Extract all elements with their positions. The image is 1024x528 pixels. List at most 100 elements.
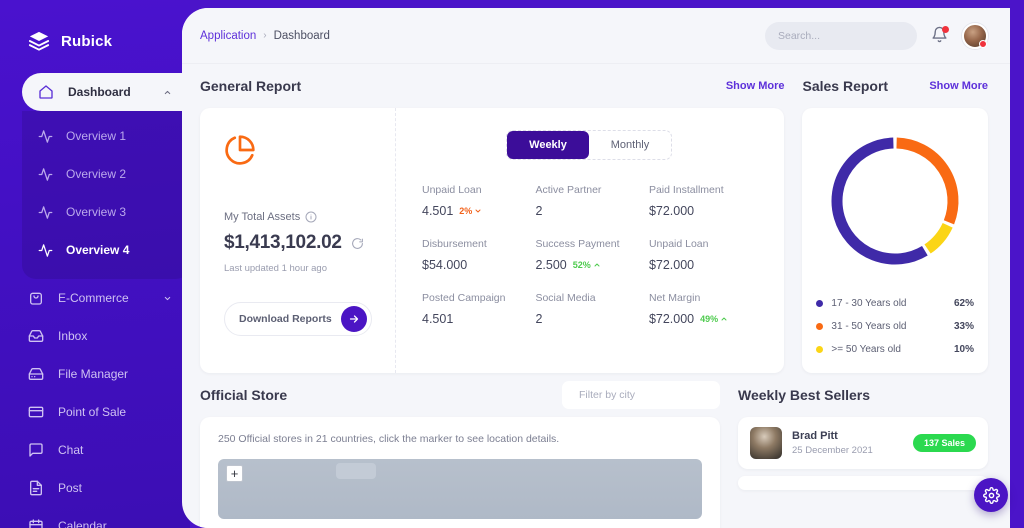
general-report-show-more[interactable]: Show More xyxy=(726,80,785,92)
breadcrumb-parent[interactable]: Application xyxy=(200,30,256,42)
sidebar-subitem-overview-1[interactable]: Overview 1 xyxy=(22,117,190,155)
refresh-icon[interactable] xyxy=(351,237,364,250)
metric-item: Net Margin $72.000 49% xyxy=(649,292,762,326)
legend-item: 17 - 30 Years old 62% xyxy=(816,292,974,315)
metric-label: Unpaid Loan xyxy=(648,238,709,250)
map-zoom-in-button[interactable]: + xyxy=(226,465,243,482)
chevron-up-icon xyxy=(721,317,727,321)
chevron-down-icon xyxy=(475,209,481,213)
sidebar-item-point-of-sale[interactable]: Point of Sale xyxy=(0,393,190,431)
metric-item: Posted Campaign 4.501 xyxy=(422,292,535,326)
metric-value: $72.000 xyxy=(648,204,695,218)
status-badge xyxy=(979,39,987,48)
metric-value: 2 xyxy=(535,204,543,218)
home-icon xyxy=(39,85,53,99)
sidebar-item-chat[interactable]: Chat xyxy=(0,431,190,469)
sales-report-card: 17 - 30 Years old 62% 31 - 50 Years old … xyxy=(802,108,988,373)
metric-label: Social Media xyxy=(535,292,596,304)
pie-chart-icon xyxy=(225,135,255,165)
topbar-actions xyxy=(765,21,988,50)
legend-label: 17 - 30 Years old xyxy=(831,298,907,309)
best-seller-row-partial[interactable] xyxy=(738,476,988,490)
credit-card-icon xyxy=(28,406,44,418)
metric-value-row: $72.000 xyxy=(649,258,762,272)
metric-value-row: 4.501 xyxy=(422,312,535,326)
sidebar-item-label: Point of Sale xyxy=(58,405,127,419)
breadcrumb: Application › Dashboard xyxy=(200,30,330,42)
legend-color-swatch xyxy=(816,346,824,353)
metric-value: $72.000 xyxy=(648,312,695,326)
sales-report-show-more[interactable]: Show More xyxy=(929,80,988,92)
filter-by-city-box[interactable] xyxy=(562,381,720,409)
sidebar-item-label: Post xyxy=(58,481,83,495)
sales-donut-chart xyxy=(831,137,959,265)
official-store-title: Official Store xyxy=(200,387,288,403)
sidebar-item-post[interactable]: Post xyxy=(0,469,190,507)
metric-label: Paid Installment xyxy=(648,184,724,196)
notifications-button[interactable] xyxy=(931,26,949,45)
sidebar-subitem-overview-2[interactable]: Overview 2 xyxy=(22,155,190,193)
activity-icon xyxy=(38,167,53,181)
info-icon[interactable] xyxy=(305,211,317,223)
metric-value-row: $54.000 xyxy=(422,258,535,272)
legend-value: 10% xyxy=(953,344,974,355)
best-seller-name: Brad Pitt xyxy=(792,430,838,442)
filter-by-city-input[interactable] xyxy=(579,389,714,401)
content: General Report Show More Sales Report Sh… xyxy=(182,64,1010,528)
chevron-down-icon[interactable] xyxy=(163,294,172,303)
metric-label: Net Margin xyxy=(648,292,701,304)
avatar[interactable] xyxy=(962,22,988,49)
best-sellers-header: Weekly Best Sellers xyxy=(738,373,988,417)
legend-color-swatch xyxy=(816,323,824,330)
metric-item: Social Media 2 xyxy=(535,292,648,326)
brand[interactable]: Rubick xyxy=(0,0,190,60)
sales-report-header: Sales Report Show More xyxy=(802,64,988,108)
metric-value-row: 4.501 2% xyxy=(422,204,535,218)
sales-badge: 137 Sales xyxy=(912,434,976,452)
store-map[interactable]: + xyxy=(218,459,702,519)
calendar-icon xyxy=(29,519,43,528)
metric-item: Unpaid Loan 4.501 2% xyxy=(422,184,535,218)
message-square-icon xyxy=(29,443,43,457)
inbox-icon xyxy=(28,330,44,342)
topbar: Application › Dashboard xyxy=(182,8,1010,64)
sidebar-subitem-overview-4[interactable]: Overview 4 xyxy=(22,231,190,269)
sidebar-item-file-manager[interactable]: File Manager xyxy=(0,355,190,393)
sidebar-item-inbox[interactable]: Inbox xyxy=(0,317,190,355)
metric-value-row: $72.000 xyxy=(649,204,762,218)
metric-label: Posted Campaign xyxy=(422,292,506,304)
metric-value: $72.000 xyxy=(648,258,695,272)
tab-weekly[interactable]: Weekly xyxy=(507,131,589,159)
search-input[interactable] xyxy=(778,29,913,42)
metric-label: Unpaid Loan xyxy=(422,184,482,196)
tab-monthly[interactable]: Monthly xyxy=(589,131,671,159)
sidebar-item-dashboard[interactable]: Dashboard xyxy=(22,73,190,111)
sidebar-subitem-overview-3[interactable]: Overview 3 xyxy=(22,193,190,231)
metric-delta-value: 49% xyxy=(700,314,719,324)
metric-value-row: $72.000 49% xyxy=(649,312,762,326)
shopping-bag-icon xyxy=(30,292,42,305)
sidebar-item-calendar[interactable]: Calendar xyxy=(0,507,190,528)
total-assets-value-row: $1,413,102.02 xyxy=(224,232,375,254)
search-box[interactable] xyxy=(765,21,917,50)
legend-item: >= 50 Years old 10% xyxy=(816,338,974,361)
chevron-up-icon[interactable] xyxy=(163,88,172,97)
metric-value: $54.000 xyxy=(422,258,468,272)
best-seller-date: 25 December 2021 xyxy=(792,445,873,456)
metric-delta: 49% xyxy=(700,314,728,324)
best-sellers-title: Weekly Best Sellers xyxy=(738,387,871,403)
sidebar-item-ecommerce[interactable]: E-Commerce xyxy=(0,279,190,317)
sidebar-subitem-label: Overview 2 xyxy=(66,167,127,181)
sidebar-subitem-label: Overview 1 xyxy=(66,129,127,143)
breadcrumb-current: Dashboard xyxy=(273,29,330,42)
download-reports-button[interactable]: Download Reports xyxy=(224,302,372,336)
download-reports-label: Download Reports xyxy=(239,313,332,325)
sidebar-item-label: Chat xyxy=(58,443,84,457)
metrics-section: Weekly Monthly Unpaid Loan 4.501 2% Acti… xyxy=(396,108,784,373)
gear-icon xyxy=(982,486,1000,504)
arrow-right-icon xyxy=(341,306,367,332)
activity-icon xyxy=(38,205,53,219)
settings-fab-button[interactable] xyxy=(974,478,1008,512)
best-seller-row[interactable]: Brad Pitt 25 December 2021 137 Sales xyxy=(738,417,988,469)
total-assets-section: My Total Assets $1,413,102.02 Last updat… xyxy=(200,108,396,373)
